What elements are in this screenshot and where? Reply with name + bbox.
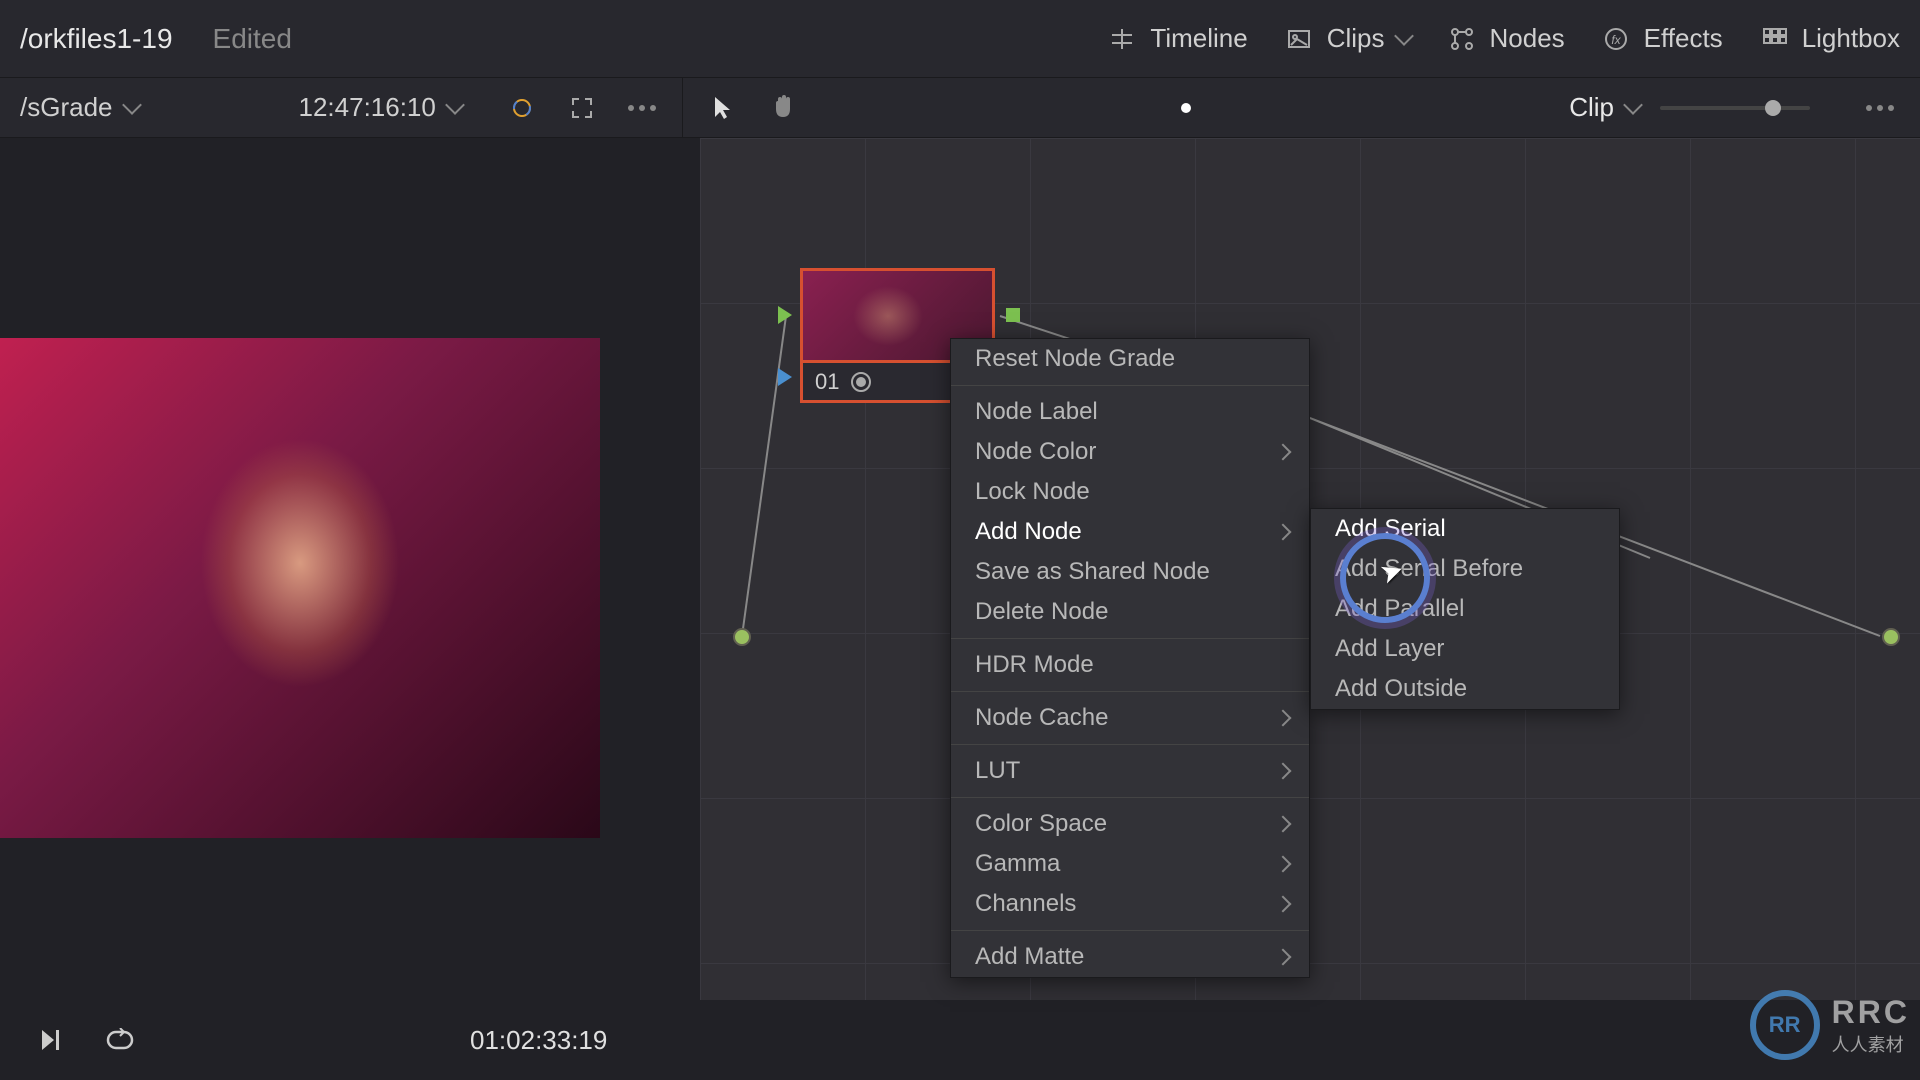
timeline-button[interactable]: Timeline [1106,23,1247,55]
watermark-logo-icon: RR [1750,990,1820,1060]
zoom-handle[interactable] [1765,100,1781,116]
transport-timecode: 01:02:33:19 [470,1025,607,1056]
menu-gamma[interactable]: Gamma [951,844,1309,884]
add-node-submenu: Add Serial Add Serial Before Add Paralle… [1310,508,1620,710]
chevron-down-icon [1394,26,1414,46]
dots-horizontal-icon [628,105,656,111]
effects-icon: fx [1600,23,1632,55]
color-picker-button[interactable] [502,88,542,128]
submenu-add-serial[interactable]: Add Serial [1311,509,1619,549]
effects-button[interactable]: fx Effects [1600,23,1723,55]
node-input-port[interactable] [778,306,792,324]
menu-channels[interactable]: Channels [951,884,1309,924]
next-frame-button[interactable] [30,1020,70,1060]
watermark-sub: 人人素材 [1832,1031,1910,1057]
divider [682,78,683,138]
timeline-label: Timeline [1150,23,1247,54]
chevron-down-icon[interactable] [1623,95,1643,115]
menu-divider [951,744,1309,745]
nodes-label: Nodes [1490,23,1565,54]
watermark: RR RRC 人人素材 [1750,990,1910,1060]
menu-add-matte[interactable]: Add Matte [951,937,1309,977]
watermark-main: RRC [1832,994,1910,1031]
chevron-down-icon[interactable] [445,95,465,115]
transport-bar: 01:02:33:19 [0,1000,1920,1080]
project-name: /orkfiles1-19 [20,23,173,55]
menu-add-node[interactable]: Add Node [951,512,1309,552]
chevron-down-icon[interactable] [122,95,142,115]
node-key-input-port[interactable] [778,368,792,386]
node-indicator-icon [851,372,871,392]
main-area: 01 Reset Node Grade Node Label Node Colo… [0,138,1920,1000]
viewer-toolbar: /sGrade 12:47:16:10 Clip [0,78,1920,138]
menu-divider [951,638,1309,639]
clips-button[interactable]: Clips [1283,23,1411,55]
graph-output-port[interactable] [1882,628,1900,646]
top-toolbar: /orkfiles1-19 Edited Timeline Clips Node… [0,0,1920,78]
menu-lock-node[interactable]: Lock Node [951,472,1309,512]
node-graph[interactable]: 01 Reset Node Grade Node Label Node Colo… [700,138,1920,1000]
submenu-add-layer[interactable]: Add Layer [1311,629,1619,669]
graph-input-port[interactable] [733,628,751,646]
menu-color-space[interactable]: Color Space [951,804,1309,844]
more-options-button[interactable] [622,88,662,128]
clips-icon [1283,23,1315,55]
effects-label: Effects [1644,23,1723,54]
node-output-port[interactable] [1006,308,1020,322]
submenu-add-parallel[interactable]: Add Parallel [1311,589,1619,629]
menu-node-color[interactable]: Node Color [951,432,1309,472]
svg-text:fx: fx [1611,33,1621,47]
lightbox-button[interactable]: Lightbox [1758,23,1900,55]
submenu-add-serial-before[interactable]: Add Serial Before [1311,549,1619,589]
status-dot [1181,103,1191,113]
edit-status: Edited [213,23,292,55]
nodes-button[interactable]: Nodes [1446,23,1565,55]
expand-button[interactable] [562,88,602,128]
node-context-menu: Reset Node Grade Node Label Node Color L… [950,338,1310,978]
menu-node-cache[interactable]: Node Cache [951,698,1309,738]
menu-delete-node[interactable]: Delete Node [951,592,1309,632]
submenu-add-outside[interactable]: Add Outside [1311,669,1619,709]
menu-divider [951,385,1309,386]
menu-node-label[interactable]: Node Label [951,392,1309,432]
menu-divider [951,930,1309,931]
zoom-slider[interactable] [1660,106,1810,110]
timeline-icon [1106,23,1138,55]
menu-divider [951,691,1309,692]
loop-button[interactable] [100,1020,140,1060]
panel-options-button[interactable] [1860,88,1900,128]
lightbox-icon [1758,23,1790,55]
pointer-tool[interactable] [703,88,743,128]
hand-tool[interactable] [763,88,803,128]
viewer-panel [0,138,700,1000]
viewer-timecode[interactable]: 12:47:16:10 [299,92,436,123]
clip-dropdown[interactable]: Clip [1569,92,1614,123]
clips-label: Clips [1327,23,1385,54]
nodes-icon [1446,23,1478,55]
grade-name[interactable]: /sGrade [20,92,113,123]
menu-reset-node-grade[interactable]: Reset Node Grade [951,339,1309,379]
lightbox-label: Lightbox [1802,23,1900,54]
dots-horizontal-icon [1866,105,1894,111]
menu-save-shared[interactable]: Save as Shared Node [951,552,1309,592]
menu-divider [951,797,1309,798]
menu-lut[interactable]: LUT [951,751,1309,791]
menu-hdr-mode[interactable]: HDR Mode [951,645,1309,685]
node-number: 01 [815,369,839,395]
viewer-image[interactable] [0,338,600,838]
